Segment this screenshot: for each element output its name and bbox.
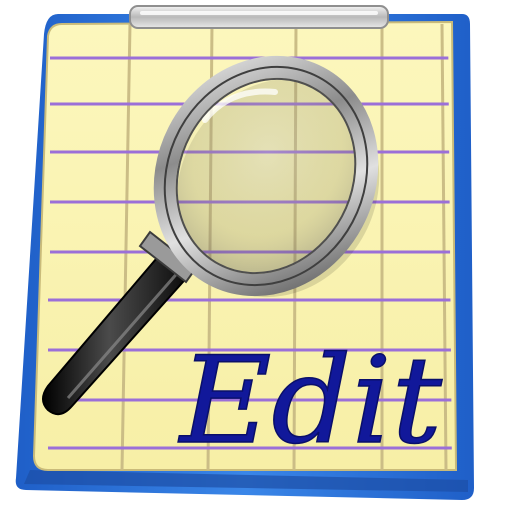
app-icon: Edit (0, 0, 512, 512)
icon-artwork: Edit (15, 5, 474, 500)
edit-label: Edit (178, 332, 443, 471)
clipboard-clip (129, 5, 389, 29)
